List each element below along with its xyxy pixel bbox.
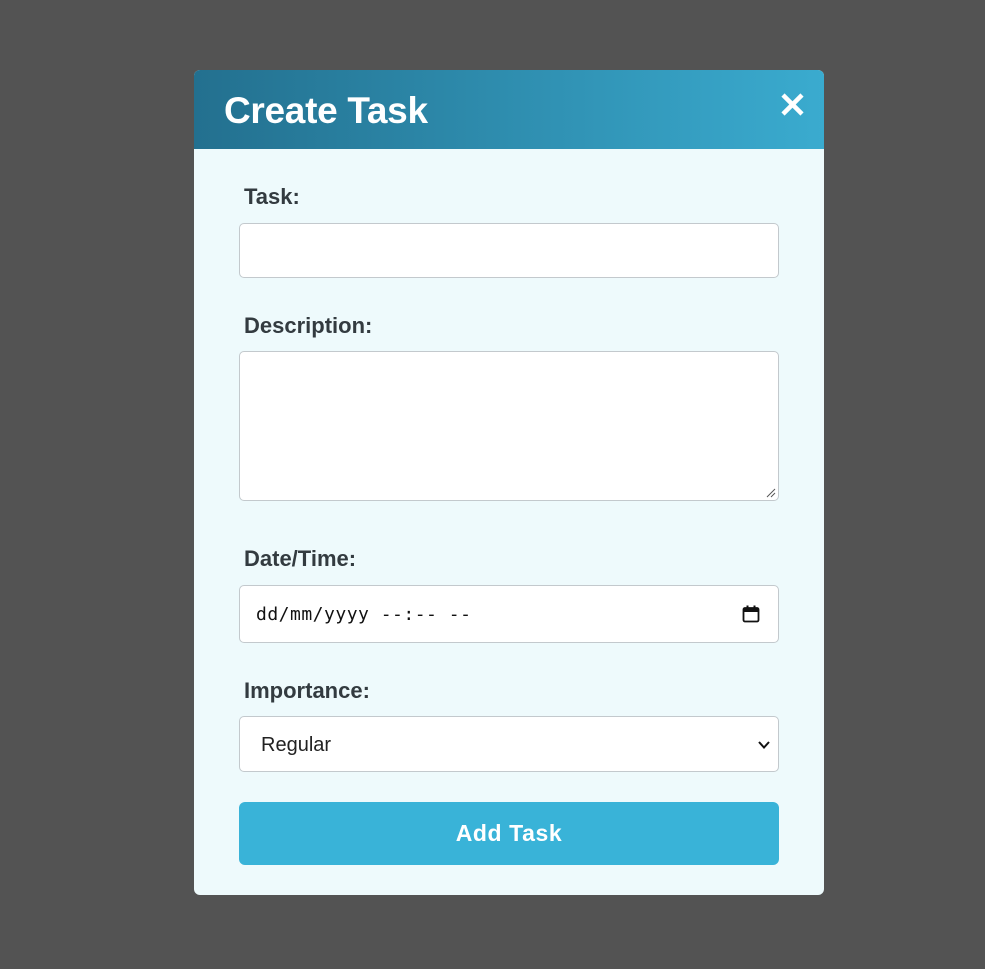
task-label: Task: xyxy=(244,184,300,209)
chevron-down-icon xyxy=(758,741,770,749)
datetime-label: Date/Time: xyxy=(244,546,357,571)
modal-title: Create Task xyxy=(224,90,428,131)
datetime-placeholder: dd/mm/yyyy --:-- -- xyxy=(256,604,472,625)
close-button[interactable] xyxy=(777,90,809,120)
calendar-icon[interactable] xyxy=(742,605,760,623)
modal-header: Create Task xyxy=(194,70,824,149)
description-label: Description: xyxy=(244,313,373,338)
importance-selected-value: Regular xyxy=(261,734,332,756)
add-task-button[interactable]: Add Task xyxy=(239,802,779,865)
description-textarea[interactable] xyxy=(239,351,779,501)
create-task-modal: Create Task Task: Description: Date/Time… xyxy=(194,70,824,895)
importance-label: Importance: xyxy=(244,678,370,703)
importance-select[interactable]: Regular xyxy=(239,716,779,772)
close-icon xyxy=(781,93,804,116)
resize-grip-icon[interactable] xyxy=(765,487,776,498)
task-input[interactable] xyxy=(239,223,779,278)
datetime-input[interactable]: dd/mm/yyyy --:-- -- xyxy=(239,585,779,643)
